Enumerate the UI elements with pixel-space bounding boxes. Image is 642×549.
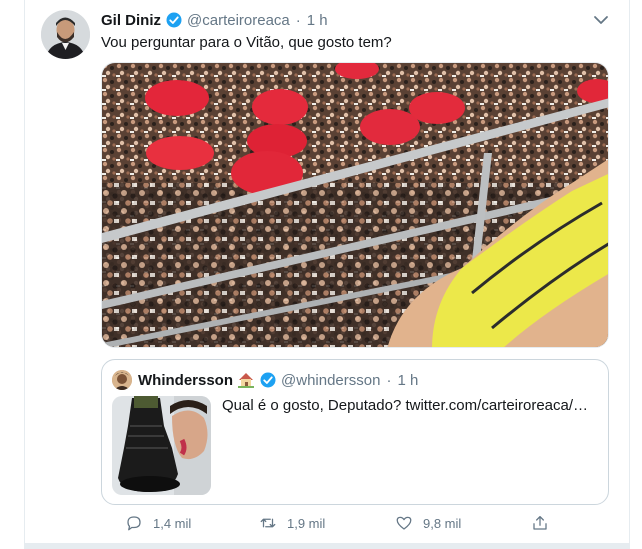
timeline-divider [24,544,630,549]
tweet-photo[interactable] [101,62,609,348]
retweet-icon [260,518,276,528]
quoted-tweet-header: Whindersson @whindersson · 1 h [112,370,418,390]
like-button[interactable]: 9,8 mil [395,514,461,532]
author-handle[interactable]: @carteiroreaca [187,12,290,29]
share-icon [533,515,547,530]
chevron-down-icon[interactable] [593,12,609,28]
reply-button[interactable]: 1,4 mil [125,514,191,532]
quoted-author-handle: @whindersson [281,371,381,389]
heart-icon [396,516,412,530]
quoted-tweet-time: 1 h [397,371,419,389]
reply-icon [127,516,141,531]
reply-count: 1,4 mil [153,515,192,531]
share-button[interactable] [531,514,559,532]
quoted-author-avatar [112,370,132,390]
house-emoji-icon [237,371,255,389]
tweet-actions: 1,4 mil 1,9 mil 9,8 mil [101,514,551,536]
author-name[interactable]: Gil Diniz [101,12,161,29]
author-avatar[interactable] [41,10,90,59]
quoted-separator: · [386,371,392,389]
quoted-verified-badge-icon [259,371,277,389]
retweet-count: 1,9 mil [287,515,326,531]
separator: · [295,11,301,29]
tweet-card[interactable]: Gil Diniz @carteiroreaca · 1 h Vou pergu… [24,0,630,544]
retweet-button[interactable]: 1,9 mil [259,514,325,532]
quoted-tweet[interactable]: Whindersson @whindersson · 1 h Qual é o … [101,359,609,505]
like-count: 9,8 mil [423,515,462,531]
verified-badge-icon [165,11,183,29]
tweet-text: Vou perguntar para o Vitão, que gosto te… [101,34,392,51]
quoted-author-name: Whindersson [138,371,234,389]
tweet-header: Gil Diniz @carteiroreaca · 1 h [101,10,328,30]
tweet-time[interactable]: 1 h [307,12,328,29]
quoted-tweet-thumbnail[interactable] [112,396,211,495]
quoted-tweet-text: Qual é o gosto, Deputado? twitter.com/ca… [222,397,589,414]
